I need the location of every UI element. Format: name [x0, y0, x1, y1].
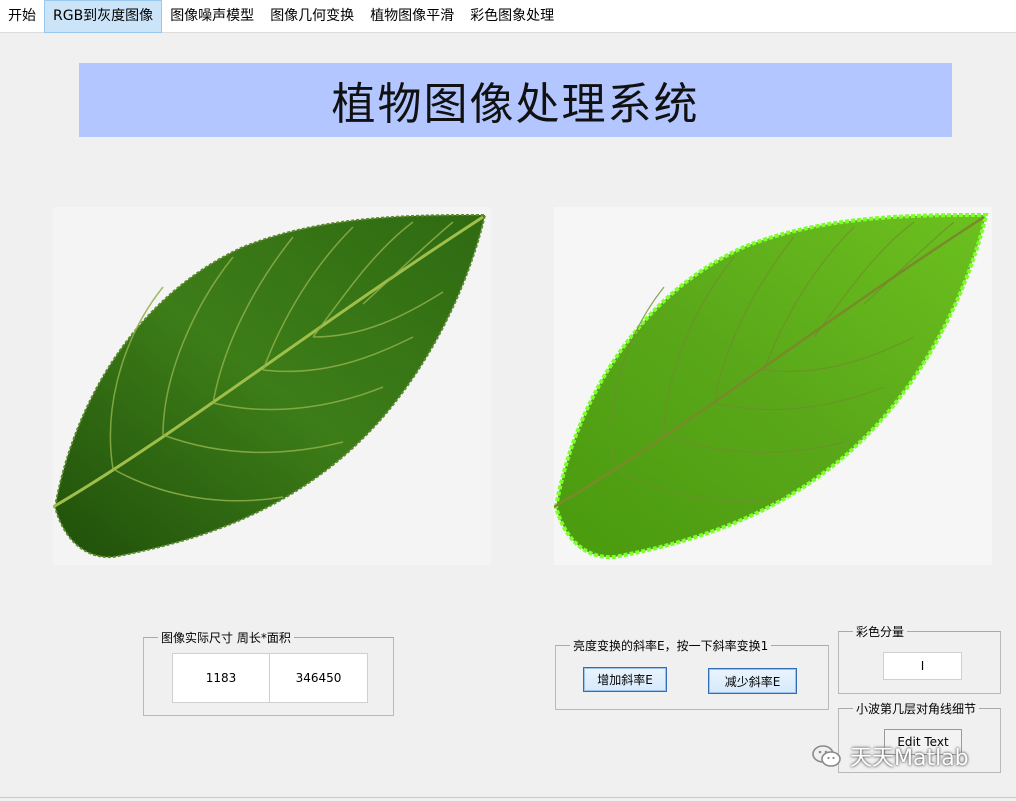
slope-panel-legend: 亮度变换的斜率E，按一下斜率变换1 — [573, 639, 769, 653]
processed-image-axes — [554, 207, 992, 565]
color-component-field[interactable]: I — [883, 652, 962, 680]
watermark: 天天Matlab — [812, 740, 969, 772]
decrease-slope-button[interactable]: 减少斜率E — [708, 668, 797, 694]
window-bottom-edge — [0, 797, 1016, 798]
increase-slope-button[interactable]: 增加斜率E — [583, 667, 667, 692]
title-banner: 植物图像处理系统 — [79, 63, 952, 137]
menu-color-processing[interactable]: 彩色图象处理 — [462, 0, 562, 33]
wechat-icon — [812, 745, 841, 767]
perimeter-field[interactable]: 1183 — [172, 653, 270, 703]
processed-leaf-image — [554, 212, 989, 560]
menu-geometric-transform[interactable]: 图像几何变换 — [262, 0, 362, 33]
area-field[interactable]: 346450 — [269, 653, 368, 703]
menu-plant-smoothing[interactable]: 植物图像平滑 — [362, 0, 462, 33]
color-component-legend: 彩色分量 — [856, 625, 905, 639]
watermark-text: 天天Matlab — [850, 746, 969, 771]
original-image-axes — [53, 207, 491, 565]
wavelet-panel-legend: 小波第几层对角线细节 — [856, 702, 977, 716]
menu-rgb-to-gray[interactable]: RGB到灰度图像 — [44, 0, 163, 33]
original-leaf-image — [53, 213, 487, 559]
size-panel-legend: 图像实际尺寸 周长*面积 — [161, 631, 291, 645]
menu-bar: 开始 RGB到灰度图像 图像噪声模型 图像几何变换 植物图像平滑 彩色图象处理 — [0, 0, 1016, 33]
menu-start[interactable]: 开始 — [0, 0, 44, 33]
page-title: 植物图像处理系统 — [331, 79, 700, 130]
menu-noise-model[interactable]: 图像噪声模型 — [162, 0, 262, 33]
